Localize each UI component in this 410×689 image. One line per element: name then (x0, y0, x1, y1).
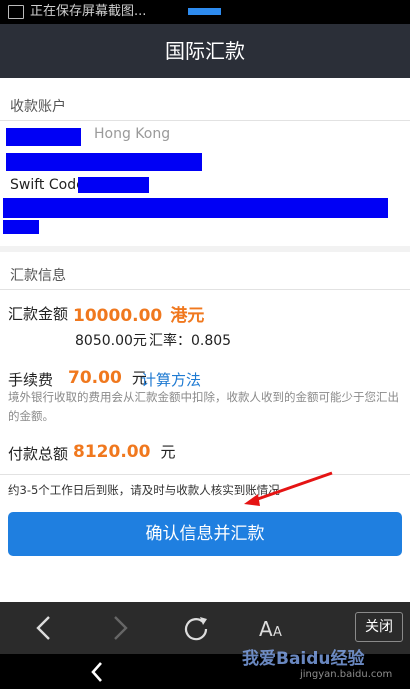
fee-value-group: 70.00 元 (68, 367, 147, 388)
payee-account-card: 收款账户 Hong Kong Swift Code: (0, 78, 410, 246)
watermark: 我爱Baidu经验 (242, 649, 365, 669)
fee-note: 境外银行收取的费用会从汇款金额中扣除，收款人收到的金额可能少于您汇出的金额。 (8, 390, 399, 423)
total-value: 8120.00 (73, 442, 151, 462)
screenshot-icon (8, 5, 24, 19)
confirm-transfer-button[interactable]: 确认信息并汇款 (8, 512, 402, 556)
total-unit: 元 (160, 443, 176, 461)
amount-currency: 港元 (170, 306, 205, 326)
refresh-button[interactable] (174, 602, 218, 654)
nav-back-button[interactable] (82, 657, 112, 687)
status-indicator (188, 8, 221, 15)
svg-text:A: A (259, 617, 273, 640)
divider (0, 289, 410, 290)
arrival-note: 约3-5个工作日后到账，请及时与收款人核实到账情况 (8, 483, 280, 497)
close-button[interactable]: 关闭 (355, 612, 403, 642)
redacted-bank-address-2 (3, 220, 39, 234)
redacted-swift-code (78, 177, 149, 193)
total-value-group: 8120.00 元 (73, 441, 176, 462)
divider (0, 120, 410, 121)
chevron-right-icon (114, 616, 128, 640)
fee-label: 手续费 (8, 371, 54, 389)
font-size-icon: A A (259, 617, 282, 640)
status-bar: 正在保存屏幕截图... (0, 0, 410, 24)
redacted-account-number (6, 153, 202, 171)
back-button[interactable] (22, 602, 66, 654)
total-label: 付款总额 (8, 445, 69, 463)
divider (0, 474, 410, 475)
amount-value-group: 10000.00 港元 (73, 301, 204, 326)
payee-section-title: 收款账户 (10, 99, 66, 115)
svg-text:A: A (273, 625, 282, 640)
fee-value: 70.00 (68, 368, 122, 388)
amount-value: 10000.00 (73, 306, 163, 326)
forward-button[interactable] (98, 602, 142, 654)
annotation-arrow-icon (244, 471, 333, 506)
fee-calculation-link[interactable]: 计算方法 (141, 369, 201, 390)
redacted-bank-address (3, 198, 388, 218)
status-notification: 正在保存屏幕截图... (30, 4, 147, 19)
nav-back-icon (91, 662, 102, 682)
exchange-rate: 汇率：0.805 (149, 333, 232, 349)
transfer-section-title: 汇款信息 (10, 268, 66, 284)
refresh-icon (184, 617, 208, 641)
redacted-payee-name (6, 128, 81, 146)
amount-label: 汇款金额 (8, 305, 69, 323)
converted-amount: 8050.00元 (75, 333, 147, 349)
chevron-left-icon (36, 616, 50, 640)
page-title: 国际汇款 (0, 24, 410, 78)
watermark-url: jingyan.baidu.com (300, 669, 393, 680)
payee-country: Hong Kong (94, 126, 171, 142)
